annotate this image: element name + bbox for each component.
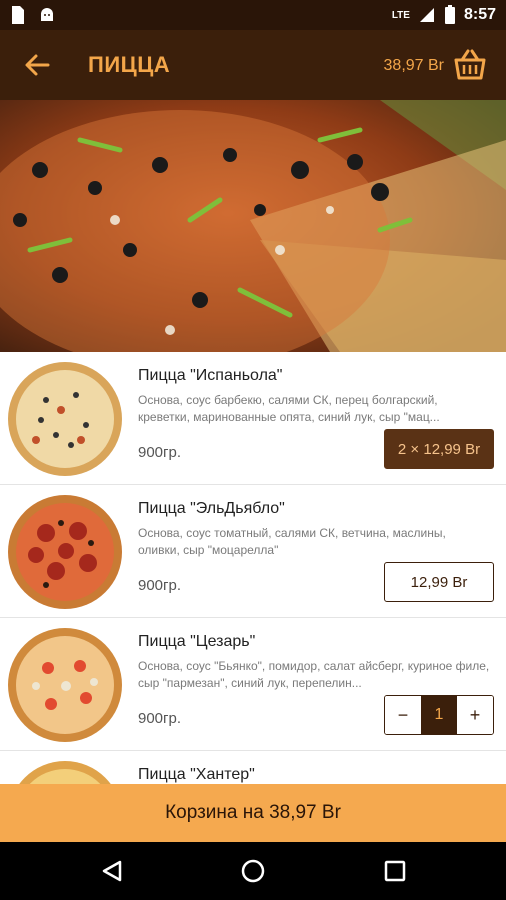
network-type: LTE [391, 9, 410, 21]
pizza-thumbnail [8, 362, 122, 476]
item-title: Пицца "Испаньола" [138, 367, 283, 384]
decrement-button[interactable]: − [385, 696, 421, 734]
list-item[interactable]: Пицца "Испаньола" Основа, соус барбекю, … [0, 352, 506, 485]
nav-home-icon[interactable] [240, 858, 266, 884]
app-bar: ПИЦЦА 38,97 Br [0, 30, 506, 100]
list-item[interactable]: Пицца "ЭльДьябло" Основа, соус томатный,… [0, 485, 506, 618]
item-description: Основа, соус томатный, салями СК, ветчин… [138, 526, 446, 557]
battery-icon [444, 5, 455, 24]
status-bar: LTE 8:57 [0, 0, 506, 30]
pizza-thumbnail [8, 495, 122, 609]
nav-back-icon[interactable] [100, 859, 124, 883]
list-item[interactable]: Пицца "Хантер" [0, 751, 506, 784]
price-button[interactable]: 2 × 12,99 Br [384, 429, 494, 469]
back-arrow-icon[interactable] [22, 50, 52, 80]
signal-icon [419, 8, 434, 22]
item-weight: 900гр. [138, 577, 182, 594]
price-button[interactable]: 12,99 Br [384, 562, 494, 602]
basket-icon[interactable] [452, 48, 488, 82]
item-title: Пицца "ЭльДьябло" [138, 500, 285, 517]
nav-recents-icon[interactable] [384, 860, 406, 882]
list-item[interactable]: Пицца "Цезарь" Основа, соус "Бьянко", по… [0, 618, 506, 751]
item-title: Пицца "Цезарь" [138, 633, 256, 650]
quantity-value: 1 [421, 696, 457, 734]
product-list: Пицца "Испаньола" Основа, соус барбекю, … [0, 352, 506, 784]
page-title: ПИЦЦА [88, 52, 171, 77]
system-nav-bar [0, 842, 506, 900]
item-description: Основа, соус барбекю, салями СК, перец б… [138, 393, 440, 424]
hero-pizza-image [0, 100, 506, 352]
item-weight: 900гр. [138, 710, 182, 727]
android-icon [41, 8, 53, 21]
increment-button[interactable]: + [457, 696, 493, 734]
pizza-thumbnail [19, 761, 111, 784]
clock: 8:57 [463, 6, 496, 23]
pizza-thumbnail [8, 628, 122, 742]
cart-button[interactable]: Корзина на 38,97 Br [0, 784, 506, 842]
item-title: Пицца "Хантер" [138, 766, 255, 783]
cart-total[interactable]: 38,97 Br [384, 57, 444, 75]
item-weight: 900гр. [138, 444, 182, 461]
quantity-stepper: − 1 + [384, 695, 494, 735]
item-description: Основа, соус "Бьянко", помидор, салат ай… [138, 659, 490, 690]
sim-card-icon [12, 6, 24, 24]
